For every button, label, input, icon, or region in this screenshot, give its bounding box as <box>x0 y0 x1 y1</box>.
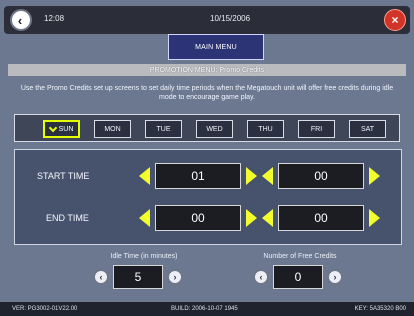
back-icon: ‹ <box>17 12 23 28</box>
decrease-start-minute-button[interactable] <box>262 167 273 185</box>
day-wed[interactable]: WED <box>196 120 233 138</box>
decrease-idle-time-button[interactable]: ‹ <box>93 269 109 285</box>
plus-icon: › <box>173 271 177 282</box>
decrease-end-minute-button[interactable] <box>262 209 273 227</box>
decrease-start-hour-button[interactable] <box>139 167 150 185</box>
end-minute-stepper: 00 <box>262 205 380 231</box>
idle-time-stepper: ‹ 5 › <box>93 265 183 291</box>
end-hour-value: 00 <box>155 205 241 231</box>
check-icon <box>48 123 57 132</box>
free-credits-value: 0 <box>273 265 323 289</box>
build-text: BUILD: 2006-10-07 1945 <box>171 306 238 312</box>
key-text: KEY: 5A35320 B00 <box>354 306 406 312</box>
description: Use the Promo Credits set up screens to … <box>20 85 394 101</box>
plus-icon: › <box>333 271 337 282</box>
decrease-free-credits-button[interactable]: ‹ <box>253 269 269 285</box>
start-hour-value: 01 <box>155 163 241 189</box>
end-minute-value: 00 <box>278 205 364 231</box>
main-menu-button[interactable]: MAIN MENU <box>168 34 264 60</box>
end-time-label: END TIME <box>46 213 89 223</box>
day-mon[interactable]: MON <box>94 120 131 138</box>
status-footer: VER: PG3002-01V22.00 BUILD: 2006-10-07 1… <box>0 302 414 316</box>
back-button[interactable]: ‹ <box>10 9 32 31</box>
start-hour-stepper: 01 <box>139 163 257 189</box>
end-hour-stepper: 00 <box>139 205 257 231</box>
version-text: VER: PG3002-01V22.00 <box>12 306 78 312</box>
increase-start-hour-button[interactable] <box>246 167 257 185</box>
screen-title-bar: PROMOTION MENU: Promo Credits <box>8 64 406 76</box>
start-minute-value: 00 <box>278 163 364 189</box>
increase-idle-time-button[interactable]: › <box>167 269 183 285</box>
date: 10/15/2006 <box>210 14 251 23</box>
clock: 12:08 <box>44 14 65 23</box>
time-panel: START TIME 01 : 00 END TIME 00 : 00 <box>14 149 402 245</box>
increase-free-credits-button[interactable]: › <box>327 269 343 285</box>
increase-end-minute-button[interactable] <box>369 209 380 227</box>
day-thu[interactable]: THU <box>247 120 284 138</box>
idle-time-value: 5 <box>113 265 163 289</box>
day-tue[interactable]: TUE <box>145 120 182 138</box>
start-minute-stepper: 00 <box>262 163 380 189</box>
close-button[interactable]: × <box>384 9 406 31</box>
day-selector: SUN MON TUE WED THU FRI SAT <box>14 114 400 142</box>
increase-start-minute-button[interactable] <box>369 167 380 185</box>
day-sat[interactable]: SAT <box>349 120 386 138</box>
decrease-end-hour-button[interactable] <box>139 209 150 227</box>
day-sun[interactable]: SUN <box>43 120 80 138</box>
minus-icon: ‹ <box>259 271 263 282</box>
day-fri[interactable]: FRI <box>298 120 335 138</box>
increase-end-hour-button[interactable] <box>246 209 257 227</box>
top-bar: ‹ 12:08 10/15/2006 × <box>4 6 410 34</box>
close-icon: × <box>391 13 399 27</box>
screen-title: PROMOTION MENU: Promo Credits <box>149 66 265 74</box>
idle-time-label: Idle Time (in minutes) <box>110 253 178 260</box>
start-time-label: START TIME <box>37 171 90 181</box>
free-credits-label: Number of Free Credits <box>263 253 337 260</box>
minus-icon: ‹ <box>99 271 103 282</box>
free-credits-stepper: ‹ 0 › <box>253 265 343 291</box>
promo-credits-screen: ‹ 12:08 10/15/2006 × MAIN MENU PROMOTION… <box>0 0 414 316</box>
